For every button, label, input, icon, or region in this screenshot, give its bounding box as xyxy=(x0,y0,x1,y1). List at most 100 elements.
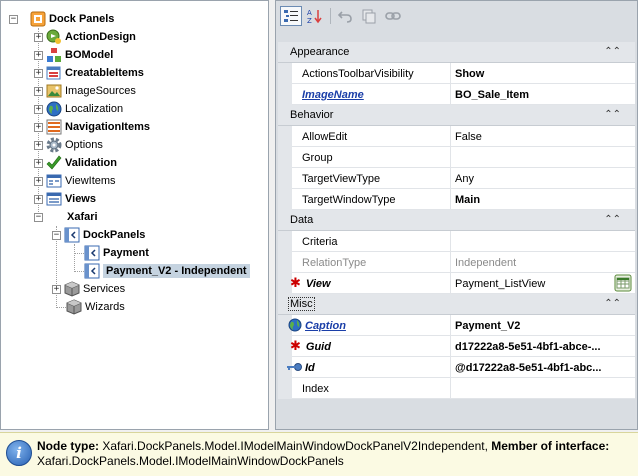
category-label: Appearance xyxy=(290,46,350,58)
collapse-category-icon[interactable]: ⌃⌃ xyxy=(604,46,621,57)
property-row-view[interactable]: ✱ View Payment_ListView xyxy=(278,273,635,294)
property-row-imagename[interactable]: ImageName BO_Sale_Item xyxy=(278,84,635,105)
tree-item-viewitems[interactable]: + ViewItems xyxy=(34,172,116,190)
expand-icon[interactable]: + xyxy=(34,141,43,150)
expand-icon[interactable]: + xyxy=(34,33,43,42)
collapse-category-icon[interactable]: ⌃⌃ xyxy=(604,109,621,120)
expand-icon[interactable]: + xyxy=(52,285,61,294)
expand-icon[interactable]: + xyxy=(34,87,43,96)
property-row-id[interactable]: Id @d17222a8-5e51-4bf1-abc... xyxy=(278,357,635,378)
category-misc[interactable]: Misc ⌃⌃ xyxy=(278,294,635,315)
expand-icon[interactable]: + xyxy=(34,69,43,78)
member-value: Xafari.DockPanels.Model.IModelMainWindow… xyxy=(37,454,344,468)
property-row-index[interactable]: Index xyxy=(278,378,635,399)
tree-item-label: Services xyxy=(83,283,126,295)
expand-icon[interactable]: + xyxy=(34,195,43,204)
property-value[interactable]: Main xyxy=(452,189,636,210)
tree-item-services[interactable]: + Services xyxy=(52,280,125,298)
expand-icon[interactable]: + xyxy=(34,159,43,168)
tree-item-payment[interactable]: Payment xyxy=(84,244,149,262)
property-value[interactable] xyxy=(452,147,636,168)
expand-icon[interactable]: + xyxy=(34,51,43,60)
property-value[interactable]: Any xyxy=(452,168,636,189)
tree-item-validation[interactable]: + Validation xyxy=(34,154,117,172)
property-row-guid[interactable]: ✱ Guid d17222a8-5e51-4bf1-abce-... xyxy=(278,336,635,357)
property-value: Independent xyxy=(455,256,517,269)
property-value[interactable] xyxy=(452,231,636,252)
tree-item-options[interactable]: + Options xyxy=(34,136,103,154)
model-tree[interactable]: − Dock Panels + ActionDesign + BOModel +… xyxy=(0,0,269,430)
open-view-button[interactable] xyxy=(614,274,632,292)
property-row-caption[interactable]: Caption Payment_V2 xyxy=(278,315,635,336)
collapse-icon[interactable]: − xyxy=(52,231,61,240)
panel-splitter[interactable] xyxy=(269,0,274,430)
property-value[interactable]: Payment_V2 xyxy=(452,315,636,336)
property-row-allowedit[interactable]: AllowEdit False xyxy=(278,126,635,147)
property-row-group[interactable]: Group xyxy=(278,147,635,168)
property-value[interactable]: False xyxy=(452,126,636,147)
categorized-view-button[interactable] xyxy=(280,6,302,26)
category-label: Data xyxy=(290,214,314,226)
globe-icon xyxy=(288,318,302,333)
property-value[interactable]: Payment_ListView xyxy=(452,273,636,294)
expand-icon[interactable]: + xyxy=(34,177,43,186)
tree-root[interactable]: − Dock Panels xyxy=(9,10,114,28)
property-row-criteria[interactable]: Criteria xyxy=(278,231,635,252)
property-row-targetviewtype[interactable]: TargetViewType Any xyxy=(278,168,635,189)
link-button[interactable] xyxy=(382,6,404,26)
gear-icon xyxy=(46,137,62,153)
tree-item-dockpanels[interactable]: − DockPanels xyxy=(52,226,145,244)
tree-item-label: Payment_V2 - Independent xyxy=(103,264,250,278)
copy-button[interactable] xyxy=(358,6,380,26)
property-name-link[interactable]: ImageName xyxy=(302,89,364,101)
collapse-category-icon[interactable]: ⌃⌃ xyxy=(604,214,621,225)
property-value[interactable]: BO_Sale_Item xyxy=(452,84,636,105)
tree-item-navigationitems[interactable]: + NavigationItems xyxy=(34,118,150,136)
category-behavior[interactable]: Behavior ⌃⌃ xyxy=(278,105,635,126)
property-row-targetwindowtype[interactable]: TargetWindowType Main xyxy=(278,189,635,210)
alphabetical-view-button[interactable]: AZ xyxy=(304,6,326,26)
undo-button[interactable] xyxy=(334,6,356,26)
property-name: Index xyxy=(302,378,451,399)
property-name: TargetViewType xyxy=(302,168,451,189)
tree-item-actiondesign[interactable]: + ActionDesign xyxy=(34,28,136,46)
tree-item-bomodel[interactable]: + BOModel xyxy=(34,46,113,64)
action-design-icon xyxy=(46,29,62,45)
expand-icon[interactable]: + xyxy=(34,105,43,114)
tree-item-payment-v2-independent[interactable]: Payment_V2 - Independent xyxy=(84,262,250,280)
collapse-category-icon[interactable]: ⌃⌃ xyxy=(604,298,621,309)
tree-item-localization[interactable]: + Localization xyxy=(34,100,123,118)
tree-item-xafari[interactable]: − Xafari xyxy=(34,208,98,226)
category-appearance[interactable]: Appearance ⌃⌃ xyxy=(278,42,635,63)
tree-item-creatableitems[interactable]: + CreatableItems xyxy=(34,64,144,82)
property-row-relationtype[interactable]: RelationType Independent xyxy=(278,252,635,273)
svg-text:Z: Z xyxy=(307,17,312,24)
tree-item-wizards[interactable]: Wizards xyxy=(66,298,125,316)
tree-item-views[interactable]: + Views xyxy=(34,190,96,208)
grid-view-icon xyxy=(614,274,632,292)
property-row-actionstoolbarvisibility[interactable]: ActionsToolbarVisibility Show xyxy=(278,63,635,84)
property-value[interactable]: d17222a8-5e51-4bf1-abce-... xyxy=(452,336,636,357)
tree-item-label: Wizards xyxy=(85,301,125,313)
image-sources-icon xyxy=(46,83,62,99)
collapse-icon[interactable]: − xyxy=(34,213,43,222)
property-grid[interactable]: AZ Appearance ⌃⌃ ActionsToolbarVisibilit… xyxy=(275,0,638,430)
expand-icon[interactable]: + xyxy=(34,123,43,132)
property-name-link[interactable]: Caption xyxy=(305,320,346,332)
cube-icon xyxy=(64,281,80,297)
row-gutter xyxy=(278,126,292,147)
collapse-icon[interactable]: − xyxy=(9,15,18,24)
node-type-label: Node type: xyxy=(37,439,100,453)
property-value[interactable]: Show xyxy=(452,63,636,84)
property-name-container: ImageName xyxy=(302,84,451,105)
row-gutter xyxy=(278,378,292,399)
views-icon xyxy=(46,191,62,207)
tree-item-imagesources[interactable]: + ImageSources xyxy=(34,82,136,100)
property-name: View xyxy=(305,277,331,290)
property-name-container: Id xyxy=(287,357,451,378)
property-value[interactable] xyxy=(452,378,636,399)
property-value[interactable]: @d17222a8-5e51-4bf1-abc... xyxy=(452,357,636,378)
required-asterisk-icon: ✱ xyxy=(290,339,301,354)
category-data[interactable]: Data ⌃⌃ xyxy=(278,210,635,231)
tree-item-label: ActionDesign xyxy=(65,31,136,43)
